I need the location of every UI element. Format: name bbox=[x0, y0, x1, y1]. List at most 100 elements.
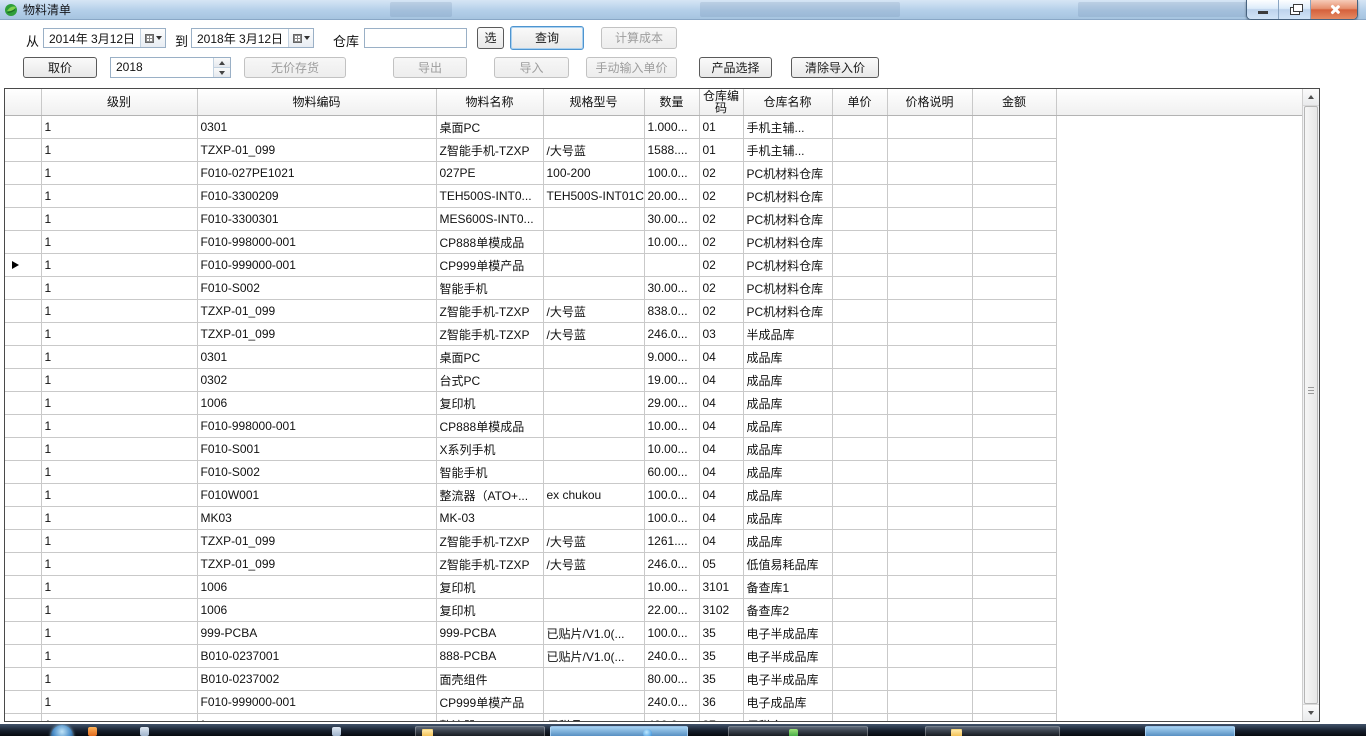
cell-amount[interactable] bbox=[972, 162, 1056, 185]
cell-wh_code[interactable]: 04 bbox=[699, 415, 743, 438]
cell-price[interactable] bbox=[832, 415, 887, 438]
cell-spec[interactable] bbox=[543, 668, 644, 691]
cell-spec[interactable] bbox=[543, 254, 644, 277]
cell-level[interactable]: 1 bbox=[41, 185, 197, 208]
cell-qty[interactable]: 10.00... bbox=[644, 438, 699, 461]
column-header-9[interactable]: 金额 bbox=[972, 89, 1056, 116]
start-orb[interactable] bbox=[51, 725, 73, 736]
cell-wh_code[interactable]: 37 bbox=[699, 714, 743, 723]
cell-qty[interactable]: 240.0... bbox=[644, 691, 699, 714]
cell-price_note[interactable] bbox=[887, 254, 972, 277]
cell-level[interactable]: 1 bbox=[41, 507, 197, 530]
cell-name[interactable]: Z智能手机-TZXP bbox=[436, 553, 543, 576]
cell-qty[interactable]: 60.00... bbox=[644, 461, 699, 484]
cell-name[interactable]: CP999单模产品 bbox=[436, 254, 543, 277]
cell-wh_code[interactable]: 04 bbox=[699, 461, 743, 484]
cell-level[interactable]: 1 bbox=[41, 277, 197, 300]
cell-level[interactable]: 1 bbox=[41, 622, 197, 645]
cell-qty[interactable]: 20.00... bbox=[644, 185, 699, 208]
cell-spec[interactable] bbox=[543, 438, 644, 461]
price-year-value[interactable]: 2018 bbox=[111, 58, 213, 77]
cell-code[interactable]: TZXP-01_099 bbox=[197, 530, 436, 553]
cell-wh_code[interactable]: 04 bbox=[699, 392, 743, 415]
cell-amount[interactable] bbox=[972, 185, 1056, 208]
cell-name[interactable]: Z智能手机-TZXP bbox=[436, 323, 543, 346]
cell-price[interactable] bbox=[832, 162, 887, 185]
cell-amount[interactable] bbox=[972, 691, 1056, 714]
cell-wh_name[interactable]: 电子成品库 bbox=[743, 691, 832, 714]
row-header-cell[interactable] bbox=[5, 507, 41, 530]
cell-name[interactable]: 台式PC bbox=[436, 369, 543, 392]
table-row[interactable]: 1F010-3300301MES600S-INT0...30.00...02PC… bbox=[5, 208, 1302, 231]
cell-amount[interactable] bbox=[972, 392, 1056, 415]
cell-amount[interactable] bbox=[972, 461, 1056, 484]
table-row[interactable]: 1MK03MK-03100.0...04成品库 bbox=[5, 507, 1302, 530]
cell-wh_name[interactable]: 备查库1 bbox=[743, 576, 832, 599]
cell-level[interactable]: 1 bbox=[41, 346, 197, 369]
cell-qty[interactable]: 1261.... bbox=[644, 530, 699, 553]
cell-level[interactable]: 1 bbox=[41, 369, 197, 392]
warehouse-input[interactable] bbox=[364, 28, 467, 48]
cell-price_note[interactable] bbox=[887, 668, 972, 691]
cell-code[interactable]: F010-S001 bbox=[197, 438, 436, 461]
cell-qty[interactable]: 838.0... bbox=[644, 300, 699, 323]
cell-amount[interactable] bbox=[972, 599, 1056, 622]
cell-price_note[interactable] bbox=[887, 277, 972, 300]
table-row[interactable]: 1TZXP-01_099Z智能手机-TZXP/大号蓝1261....04成品库 bbox=[5, 530, 1302, 553]
table-row[interactable]: 1TZXP-01_099Z智能手机-TZXP/大号蓝1588....01手机主辅… bbox=[5, 139, 1302, 162]
cell-level[interactable]: 1 bbox=[41, 553, 197, 576]
cell-price_note[interactable] bbox=[887, 507, 972, 530]
cell-level[interactable]: 1 bbox=[41, 254, 197, 277]
cell-code[interactable]: TZXP-01_099 bbox=[197, 300, 436, 323]
cell-price_note[interactable] bbox=[887, 392, 972, 415]
cell-price_note[interactable] bbox=[887, 530, 972, 553]
table-row[interactable]: 10302台式PC19.00...04成品库 bbox=[5, 369, 1302, 392]
explorer-task-button[interactable] bbox=[728, 726, 868, 736]
cell-name[interactable]: 桌面PC bbox=[436, 346, 543, 369]
cell-level[interactable]: 1 bbox=[41, 415, 197, 438]
table-row[interactable]: 1F010-S002智能手机60.00...04成品库 bbox=[5, 461, 1302, 484]
cell-name[interactable]: 888-PCBA bbox=[436, 645, 543, 668]
cell-wh_name[interactable]: 成品库 bbox=[743, 369, 832, 392]
cell-wh_code[interactable]: 3101 bbox=[699, 576, 743, 599]
cell-code[interactable]: B010-0237001 bbox=[197, 645, 436, 668]
pick-button[interactable]: 选 bbox=[477, 27, 504, 49]
table-row[interactable]: 1F010-999000-001CP999单模产品240.0...36电子成品库 bbox=[5, 691, 1302, 714]
table-row[interactable]: 1TZXP-01_099Z智能手机-TZXP/大号蓝246.0...05低值易耗… bbox=[5, 553, 1302, 576]
table-row[interactable]: 11006复印机22.00...3102备查库2 bbox=[5, 599, 1302, 622]
cell-name[interactable]: MES600S-INT0... bbox=[436, 208, 543, 231]
row-header-column[interactable] bbox=[5, 89, 41, 116]
get-price-button[interactable]: 取价 bbox=[23, 57, 97, 78]
cell-wh_name[interactable]: 成品库 bbox=[743, 461, 832, 484]
cell-price[interactable] bbox=[832, 208, 887, 231]
row-header-cell[interactable] bbox=[5, 139, 41, 162]
cell-qty[interactable]: 246.0... bbox=[644, 323, 699, 346]
spin-up-button[interactable] bbox=[214, 58, 230, 68]
row-header-cell[interactable] bbox=[5, 553, 41, 576]
cell-spec[interactable]: 已贴片/V1.0(... bbox=[543, 622, 644, 645]
cell-wh_code[interactable]: 04 bbox=[699, 438, 743, 461]
cell-price_note[interactable] bbox=[887, 231, 972, 254]
cell-code[interactable]: MK03 bbox=[197, 507, 436, 530]
cell-amount[interactable] bbox=[972, 576, 1056, 599]
cell-code[interactable]: 0301 bbox=[197, 346, 436, 369]
cell-code[interactable]: B010-0237002 bbox=[197, 668, 436, 691]
cell-wh_code[interactable]: 35 bbox=[699, 622, 743, 645]
explorer-task-button[interactable] bbox=[415, 726, 545, 736]
cell-wh_code[interactable]: 04 bbox=[699, 507, 743, 530]
cell-price[interactable] bbox=[832, 530, 887, 553]
cell-wh_name[interactable]: PC机材料仓库 bbox=[743, 231, 832, 254]
cell-name[interactable]: Z智能手机-TZXP bbox=[436, 300, 543, 323]
scrollbar-thumb[interactable] bbox=[1304, 106, 1318, 704]
cell-wh_code[interactable]: 04 bbox=[699, 530, 743, 553]
cell-level[interactable]: 1 bbox=[41, 116, 197, 139]
table-row[interactable]: 1B010-0237001888-PCBA已贴片/V1.0(...240.0..… bbox=[5, 645, 1302, 668]
cell-price_note[interactable] bbox=[887, 714, 972, 723]
table-row[interactable]: 1F010-S002智能手机30.00...02PC机材料仓库 bbox=[5, 277, 1302, 300]
from-date-value[interactable]: 2014年 3月12日 bbox=[44, 30, 140, 47]
cell-price[interactable] bbox=[832, 323, 887, 346]
cell-price[interactable] bbox=[832, 346, 887, 369]
cell-price[interactable] bbox=[832, 139, 887, 162]
cell-amount[interactable] bbox=[972, 346, 1056, 369]
row-header-cell[interactable] bbox=[5, 162, 41, 185]
